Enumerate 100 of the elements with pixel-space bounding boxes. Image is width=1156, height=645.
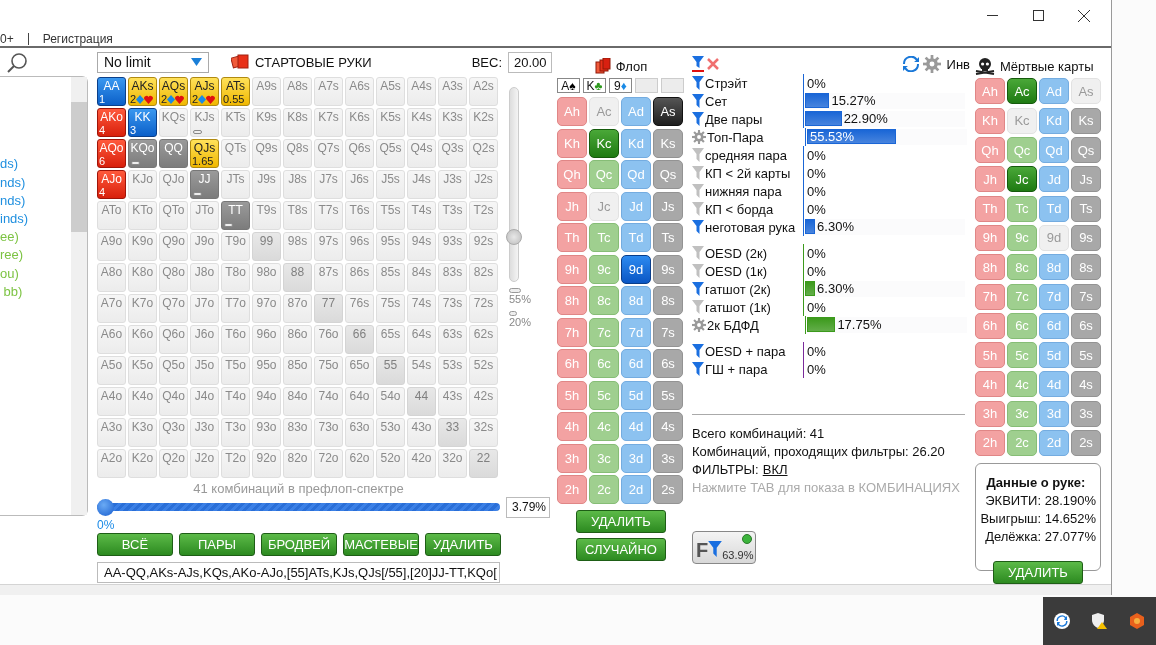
card-button[interactable]: 3c bbox=[589, 443, 619, 473]
card-button[interactable]: 6s bbox=[1071, 312, 1101, 339]
hand-cell[interactable]: Q9s bbox=[252, 139, 281, 169]
hand-cell[interactable]: 94o bbox=[252, 387, 281, 417]
hand-cell[interactable]: J8s bbox=[283, 170, 312, 200]
card-button[interactable]: 8s bbox=[653, 286, 683, 316]
gear-icon[interactable] bbox=[692, 130, 706, 145]
hand-cell[interactable]: A2s bbox=[469, 77, 498, 107]
hand-cell[interactable]: AKs 2 bbox=[128, 77, 157, 107]
hand-cell[interactable]: Q7o bbox=[159, 294, 188, 324]
card-button[interactable]: 5d bbox=[621, 380, 651, 410]
hand-cell[interactable]: A9s bbox=[252, 77, 281, 107]
card-button[interactable]: 3h bbox=[557, 443, 587, 473]
game-select[interactable]: No limit bbox=[97, 51, 209, 73]
menu-item[interactable]: Регистрация bbox=[42, 32, 113, 47]
card-button[interactable]: Kd bbox=[621, 128, 651, 158]
hand-cell[interactable]: K3o bbox=[128, 418, 157, 448]
hand-cell[interactable]: 75o bbox=[314, 356, 343, 386]
hand-cell[interactable]: J2o bbox=[190, 449, 219, 479]
filter-icon[interactable] bbox=[692, 362, 704, 377]
card-button[interactable]: 5s bbox=[653, 380, 683, 410]
card-button[interactable]: Kh bbox=[975, 107, 1005, 134]
inversion-label[interactable]: Инв bbox=[946, 56, 970, 72]
hand-cell[interactable]: T3s bbox=[438, 201, 467, 231]
hand-cell[interactable]: T9s bbox=[252, 201, 281, 231]
card-button[interactable]: Qs bbox=[1071, 137, 1101, 163]
card-button[interactable]: Tc bbox=[1007, 195, 1037, 222]
hand-cell[interactable]: 98o bbox=[252, 263, 281, 293]
card-button[interactable]: 2h bbox=[975, 430, 1005, 456]
hand-cell[interactable]: K8s bbox=[283, 108, 312, 138]
hand-cell[interactable]: T7s bbox=[314, 201, 343, 231]
card-button[interactable]: 5s bbox=[1071, 342, 1101, 369]
card-button[interactable]: 4h bbox=[557, 412, 587, 442]
hand-cell[interactable]: Q4s bbox=[407, 139, 436, 169]
hand-cell[interactable]: K4s bbox=[407, 108, 436, 138]
range-button[interactable]: УДАЛИТЬ bbox=[425, 533, 501, 557]
hand-cell[interactable]: 86s bbox=[345, 263, 374, 293]
card-button[interactable]: 2c bbox=[589, 475, 619, 505]
hand-cell[interactable]: K7s bbox=[314, 108, 343, 138]
hand-cell[interactable]: 52s bbox=[469, 356, 498, 386]
hand-cell[interactable]: 74s bbox=[407, 294, 436, 324]
card-button[interactable]: 9c bbox=[589, 254, 619, 284]
hand-cell[interactable]: K6o bbox=[128, 325, 157, 355]
card-button[interactable]: 2d bbox=[621, 475, 651, 505]
hand-cell[interactable]: TT bbox=[221, 201, 250, 231]
hand-cell[interactable]: KTo bbox=[128, 201, 157, 231]
card-button[interactable]: 8h bbox=[975, 254, 1005, 281]
card-button[interactable]: Ks bbox=[653, 128, 683, 158]
refresh-icon[interactable] bbox=[901, 56, 920, 73]
hand-cell[interactable]: A9o bbox=[97, 232, 126, 262]
card-button[interactable]: Ac bbox=[1007, 78, 1037, 105]
hand-cell[interactable]: 95s bbox=[376, 232, 405, 262]
range-button[interactable]: МАСТЕВЫЕ bbox=[343, 533, 419, 557]
hand-cell[interactable]: 76s bbox=[345, 294, 374, 324]
hand-cell[interactable]: 66 bbox=[345, 325, 374, 355]
card-button[interactable]: 7h bbox=[557, 317, 587, 347]
hand-cell[interactable]: JTs bbox=[221, 170, 250, 200]
hand-cell[interactable]: 73o bbox=[314, 418, 343, 448]
hand-cell[interactable]: J7o bbox=[190, 294, 219, 324]
maximize-icon[interactable] bbox=[1032, 10, 1044, 22]
hand-cell[interactable]: 87o bbox=[283, 294, 312, 324]
hand-cell[interactable]: QTo bbox=[159, 201, 188, 231]
hand-cell[interactable]: Q8o bbox=[159, 263, 188, 293]
card-button[interactable]: Jc bbox=[1007, 166, 1037, 193]
card-button[interactable]: Ah bbox=[557, 97, 587, 127]
hand-cell[interactable]: 84s bbox=[407, 263, 436, 293]
card-button[interactable]: 2d bbox=[1039, 430, 1069, 456]
slider-thumb[interactable] bbox=[506, 228, 522, 245]
hand-cell[interactable]: AQo 6 bbox=[97, 139, 126, 169]
hand-cell[interactable]: KQs bbox=[159, 108, 188, 138]
hand-cell[interactable]: J3o bbox=[190, 418, 219, 448]
hand-cell[interactable]: J8o bbox=[190, 263, 219, 293]
hand-cell[interactable]: JTo bbox=[190, 201, 219, 231]
card-button[interactable]: 8d bbox=[621, 286, 651, 316]
card-button[interactable]: 6d bbox=[1039, 312, 1069, 339]
hand-cell[interactable]: 74o bbox=[314, 387, 343, 417]
card-button[interactable]: 3d bbox=[621, 443, 651, 473]
hand-cell[interactable]: A5o bbox=[97, 356, 126, 386]
hand-cell[interactable]: AJo 4 bbox=[97, 170, 126, 200]
flop-button[interactable]: СЛУЧАЙНО bbox=[576, 538, 666, 562]
card-button[interactable]: 4c bbox=[589, 412, 619, 442]
card-button[interactable]: Qd bbox=[1039, 137, 1069, 163]
filter-icon[interactable] bbox=[692, 344, 704, 359]
hand-cell[interactable]: K5o bbox=[128, 356, 157, 386]
card-button[interactable]: 8h bbox=[557, 286, 587, 316]
hand-cell[interactable]: 33 bbox=[438, 418, 467, 448]
range-slider[interactable] bbox=[97, 498, 500, 516]
hand-cell[interactable]: 42s bbox=[469, 387, 498, 417]
hand-cell[interactable]: J6s bbox=[345, 170, 374, 200]
hand-cell[interactable]: AQs 2 bbox=[159, 77, 188, 107]
hand-cell[interactable]: 73s bbox=[438, 294, 467, 324]
filter-icon[interactable] bbox=[692, 56, 704, 73]
card-button[interactable]: 8c bbox=[1007, 254, 1037, 281]
hand-cell[interactable]: AKo 4 bbox=[97, 108, 126, 138]
card-button[interactable]: 3h bbox=[975, 400, 1005, 427]
hand-cell[interactable]: QJo bbox=[159, 170, 188, 200]
hand-cell[interactable]: KQo bbox=[128, 139, 157, 169]
card-button[interactable]: Tc bbox=[589, 223, 619, 253]
hand-cell[interactable]: Q8s bbox=[283, 139, 312, 169]
hand-cell[interactable]: 94s bbox=[407, 232, 436, 262]
